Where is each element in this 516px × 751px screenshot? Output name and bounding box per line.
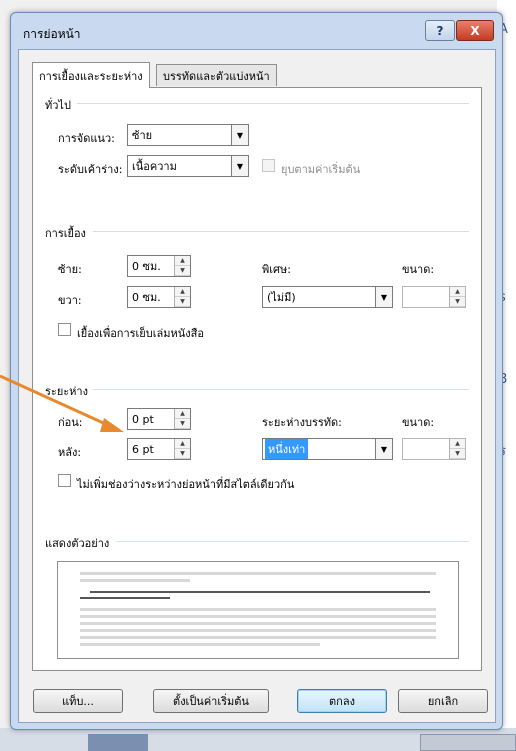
- spin-down-icon[interactable]: ▼: [175, 266, 190, 276]
- line-spacing-at-label: ขนาด:: [402, 416, 435, 429]
- close-button[interactable]: X: [456, 20, 494, 41]
- tabs-button-label: แท็บ...: [62, 695, 94, 708]
- spinner-buttons[interactable]: ▲ ▼: [174, 439, 190, 459]
- dont-add-space-label: ไม่เพิ่มช่องว่างระหว่างย่อหน้าที่มีสไตล์…: [77, 478, 295, 491]
- collapsed-default-checkbox[interactable]: [262, 159, 275, 172]
- outline-level-label: ระดับเค้าร่าง:: [58, 163, 123, 176]
- tab-indents-spacing[interactable]: การเยื้องและระยะห่าง: [32, 62, 150, 88]
- outline-level-select[interactable]: เนื้อความ ▼: [127, 155, 249, 177]
- spinner-buttons[interactable]: ▲ ▼: [449, 439, 465, 459]
- collapsed-default-label: ยุบตามค่าเริ่มต้น: [281, 163, 361, 176]
- preview-box: [57, 561, 459, 659]
- spacing-after-label: หลัง:: [58, 446, 82, 459]
- mirror-indents-checkbox[interactable]: [58, 323, 71, 336]
- spin-down-icon[interactable]: ▼: [175, 419, 190, 429]
- section-divider: [77, 103, 469, 104]
- ok-button[interactable]: ตกลง: [297, 689, 387, 713]
- spinner-buttons[interactable]: ▲ ▼: [174, 287, 190, 307]
- section-divider: [93, 389, 469, 390]
- spin-down-icon[interactable]: ▼: [450, 449, 465, 459]
- tab-panel: ทั่วไป การจัดแนว: ซ้าย ▼ ระดับเค้าร่าง: …: [32, 87, 482, 671]
- background-taskbar: [0, 728, 516, 751]
- preview-line: [90, 591, 430, 593]
- alignment-select[interactable]: ซ้าย ▼: [127, 124, 249, 146]
- preview-line: [80, 636, 436, 639]
- alignment-label: การจัดแนว:: [58, 132, 115, 145]
- spacing-after-value: 6 pt: [132, 442, 154, 456]
- chevron-down-icon[interactable]: ▼: [375, 287, 392, 307]
- cancel-button-label: ยกเลิก: [427, 695, 459, 708]
- cancel-button[interactable]: ยกเลิก: [398, 689, 488, 713]
- section-preview-heading: แสดงตัวอย่าง: [45, 537, 110, 550]
- spin-up-icon[interactable]: ▲: [175, 287, 190, 297]
- spin-down-icon[interactable]: ▼: [175, 297, 190, 307]
- close-icon: X: [470, 23, 480, 38]
- mirror-indents-label: เยื้องเพื่อการเย็บเล่มหนังสือ: [77, 327, 204, 340]
- title-bar[interactable]: การย่อหน้า ? X: [11, 13, 502, 49]
- tabs-button[interactable]: แท็บ...: [33, 689, 123, 713]
- indent-right-spinner[interactable]: 0 ซม. ▲ ▼: [127, 286, 191, 308]
- background-tab: [88, 734, 148, 751]
- spinner-buttons[interactable]: ▲ ▼: [174, 256, 190, 276]
- preview-line: [80, 572, 436, 575]
- indent-left-value: 0 ซม.: [132, 260, 161, 273]
- indent-by-spinner[interactable]: ▲ ▼: [402, 286, 466, 308]
- spin-up-icon[interactable]: ▲: [175, 256, 190, 266]
- indent-left-label: ซ้าย:: [58, 263, 82, 276]
- section-divider: [117, 541, 469, 542]
- dialog-title: การย่อหน้า: [23, 27, 81, 41]
- help-button[interactable]: ?: [425, 20, 455, 41]
- spin-down-icon[interactable]: ▼: [175, 449, 190, 459]
- preview-line: [80, 597, 170, 599]
- chevron-down-icon[interactable]: ▼: [375, 439, 392, 459]
- preview-line: [80, 608, 436, 611]
- spinner-buttons[interactable]: ▲ ▼: [174, 409, 190, 429]
- set-default-button-label: ตั้งเป็นค่าเริ่มต้น: [173, 695, 249, 708]
- section-general-heading: ทั่วไป: [45, 99, 71, 112]
- spin-up-icon[interactable]: ▲: [450, 287, 465, 297]
- tab-line-page-breaks[interactable]: บรรทัดและตัวแบ่งหน้า: [156, 64, 277, 86]
- special-indent-label: พิเศษ:: [262, 263, 291, 276]
- section-indentation-heading: การเยื้อง: [45, 227, 86, 240]
- spacing-before-label: ก่อน:: [58, 416, 83, 429]
- spacing-before-spinner[interactable]: 0 pt ▲ ▼: [127, 408, 191, 430]
- line-spacing-select[interactable]: หนึ่งเท่า ▼: [262, 438, 393, 460]
- background-tab: [420, 734, 516, 751]
- line-spacing-at-spinner[interactable]: ▲ ▼: [402, 438, 466, 460]
- spin-up-icon[interactable]: ▲: [175, 439, 190, 449]
- spin-up-icon[interactable]: ▲: [450, 439, 465, 449]
- spacing-after-spinner[interactable]: 6 pt ▲ ▼: [127, 438, 191, 460]
- dont-add-space-checkbox[interactable]: [58, 474, 71, 487]
- special-indent-value: (ไม่มี): [267, 291, 296, 304]
- preview-line: [80, 643, 320, 646]
- outline-level-value: เนื้อความ: [132, 160, 177, 173]
- line-spacing-label: ระยะห่างบรรทัด:: [262, 416, 342, 429]
- special-indent-select[interactable]: (ไม่มี) ▼: [262, 286, 393, 308]
- section-divider: [93, 231, 469, 232]
- preview-line: [80, 629, 436, 632]
- indent-right-value: 0 ซม.: [132, 291, 161, 304]
- alignment-value: ซ้าย: [132, 129, 153, 142]
- spin-up-icon[interactable]: ▲: [175, 409, 190, 419]
- ok-button-label: ตกลง: [329, 695, 355, 708]
- set-default-button[interactable]: ตั้งเป็นค่าเริ่มต้น: [153, 689, 269, 713]
- indent-by-label: ขนาด:: [402, 263, 435, 276]
- preview-line: [80, 615, 436, 618]
- dialog-client-area: การเยื้องและระยะห่าง บรรทัดและตัวแบ่งหน้…: [18, 49, 496, 723]
- preview-line: [80, 622, 436, 625]
- indent-left-spinner[interactable]: 0 ซม. ▲ ▼: [127, 255, 191, 277]
- line-spacing-value: หนึ่งเท่า: [265, 439, 309, 459]
- section-spacing-heading: ระยะห่าง: [45, 385, 88, 398]
- chevron-down-icon[interactable]: ▼: [231, 156, 248, 176]
- tab-label: บรรทัดและตัวแบ่งหน้า: [163, 69, 270, 83]
- tab-label: การเยื้องและระยะห่าง: [39, 69, 143, 83]
- spinner-buttons[interactable]: ▲ ▼: [449, 287, 465, 307]
- indent-right-label: ขวา:: [58, 294, 82, 307]
- chevron-down-icon[interactable]: ▼: [231, 125, 248, 145]
- spacing-before-value: 0 pt: [132, 412, 154, 426]
- spin-down-icon[interactable]: ▼: [450, 297, 465, 307]
- help-icon: ?: [436, 23, 444, 38]
- paragraph-dialog: การย่อหน้า ? X การเยื้องและระยะห่าง บรรท…: [10, 12, 503, 730]
- preview-line: [80, 579, 190, 582]
